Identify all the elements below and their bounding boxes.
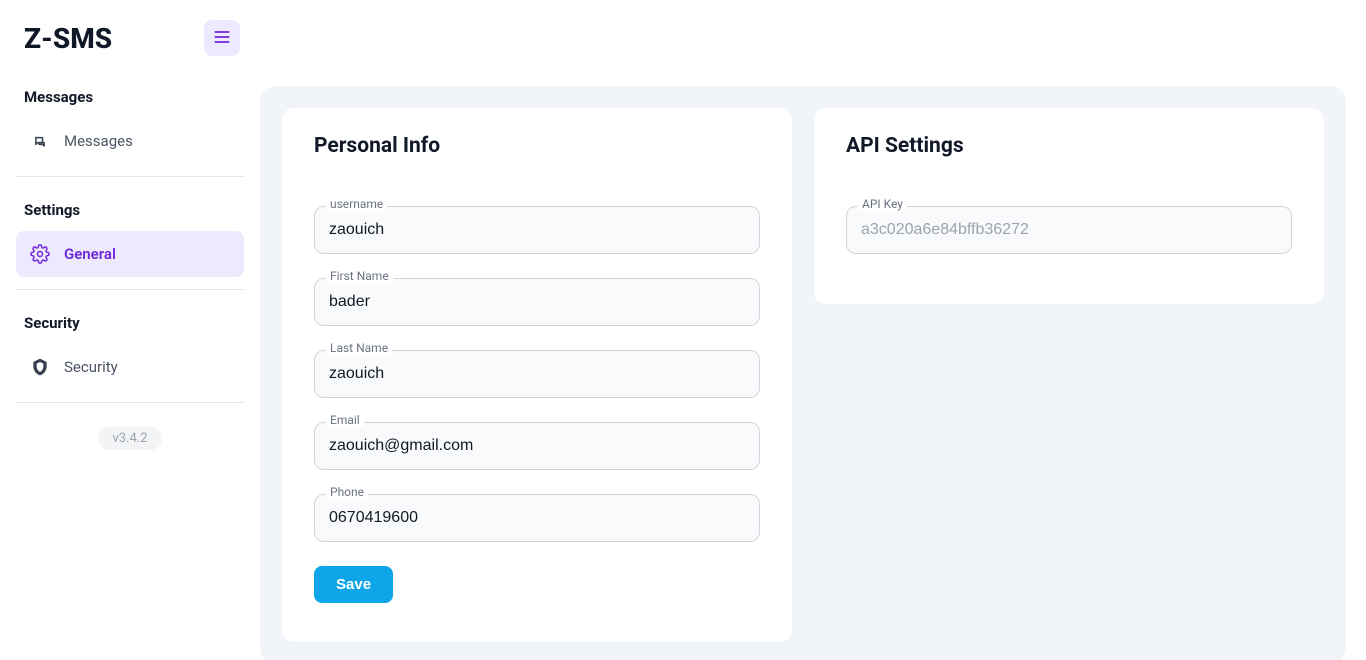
first-name-input[interactable] <box>314 278 760 326</box>
field-label: Email <box>326 413 364 427</box>
field-label: username <box>326 197 387 211</box>
divider <box>16 176 244 177</box>
sidebar-item-label: Security <box>64 358 118 376</box>
sidebar-item-label: Messages <box>64 132 133 150</box>
last-name-input[interactable] <box>314 350 760 398</box>
menu-toggle-button[interactable] <box>204 20 240 56</box>
sidebar-item-security[interactable]: Security <box>16 344 244 390</box>
field-email: Email <box>314 422 760 470</box>
sidebar-header: Z-SMS <box>0 20 260 76</box>
personal-info-card: Personal Info username First Name Last N… <box>282 108 792 642</box>
app-logo: Z-SMS <box>24 22 112 55</box>
field-api-key: API Key <box>846 206 1292 254</box>
gear-icon <box>30 244 50 264</box>
field-username: username <box>314 206 760 254</box>
messages-icon <box>30 131 50 151</box>
sidebar: Z-SMS Messages Messages Settings General… <box>0 0 260 660</box>
field-label: Phone <box>326 485 368 499</box>
divider <box>16 402 244 403</box>
email-input[interactable] <box>314 422 760 470</box>
field-last-name: Last Name <box>314 350 760 398</box>
sidebar-item-general[interactable]: General <box>16 231 244 277</box>
sidebar-item-label: General <box>64 245 116 263</box>
sidebar-section-security: Security <box>0 302 260 344</box>
api-settings-card: API Settings API Key <box>814 108 1324 304</box>
api-key-input[interactable] <box>846 206 1292 254</box>
version-badge: v3.4.2 <box>98 427 161 450</box>
field-label: First Name <box>326 269 393 283</box>
card-title: API Settings <box>846 134 1292 158</box>
sidebar-section-messages: Messages <box>0 76 260 118</box>
field-phone: Phone <box>314 494 760 542</box>
sidebar-item-messages[interactable]: Messages <box>16 118 244 164</box>
main-content: Personal Info username First Name Last N… <box>260 86 1346 660</box>
divider <box>16 289 244 290</box>
phone-input[interactable] <box>314 494 760 542</box>
sidebar-section-settings: Settings <box>0 189 260 231</box>
field-label: API Key <box>858 197 907 211</box>
card-title: Personal Info <box>314 134 760 158</box>
hamburger-icon <box>212 27 232 50</box>
field-first-name: First Name <box>314 278 760 326</box>
shield-icon <box>30 357 50 377</box>
save-button[interactable]: Save <box>314 566 393 603</box>
username-input[interactable] <box>314 206 760 254</box>
field-label: Last Name <box>326 341 392 355</box>
